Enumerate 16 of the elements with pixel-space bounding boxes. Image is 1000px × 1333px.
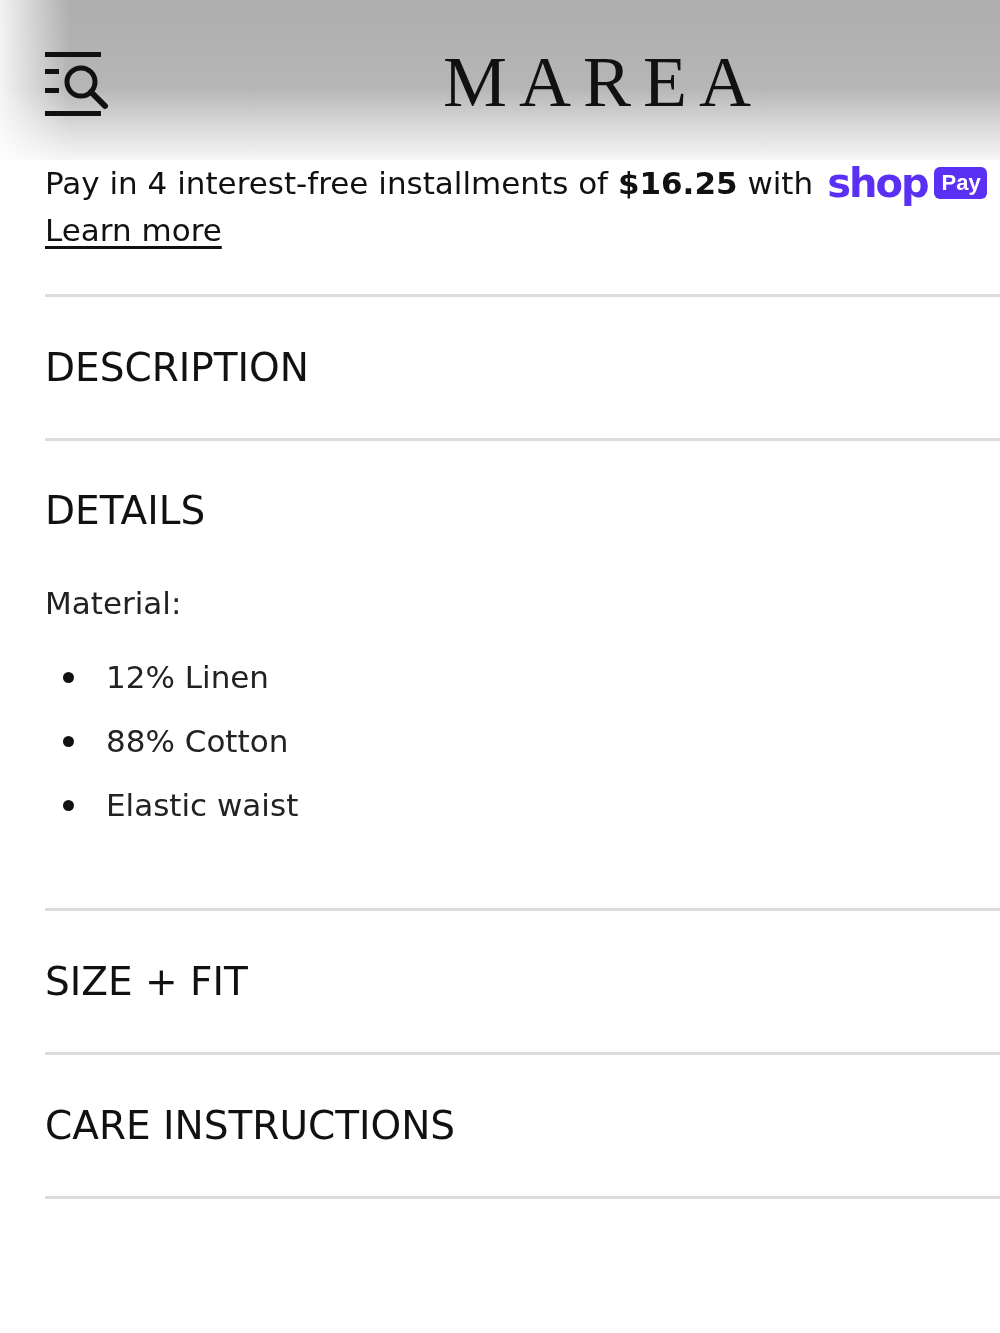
accordion-header[interactable]: SIZE + FIT <box>45 960 248 1003</box>
pay-badge: Pay <box>933 167 987 199</box>
bullet-icon <box>63 735 74 747</box>
accordion-header[interactable]: DESCRIPTION <box>45 346 309 389</box>
brand-logo[interactable]: MAREA <box>443 42 763 122</box>
bullet-text: Elastic waist <box>106 786 299 825</box>
accordion-header[interactable]: CARE INSTRUCTIONS <box>45 1104 456 1147</box>
installment-text: Pay in 4 interest-free installments of $16.25 with <box>45 164 814 203</box>
menu-search-icon[interactable] <box>45 52 109 116</box>
bullet-icon <box>63 799 74 811</box>
bullet-icon <box>63 671 74 683</box>
bullet-text: 88% Cotton <box>106 722 289 761</box>
material-label: Material: <box>45 584 182 623</box>
bullet-text: 12% Linen <box>106 658 269 697</box>
learn-more-link[interactable]: Learn more <box>45 210 222 250</box>
accordion-header[interactable]: DETAILS <box>45 489 206 532</box>
